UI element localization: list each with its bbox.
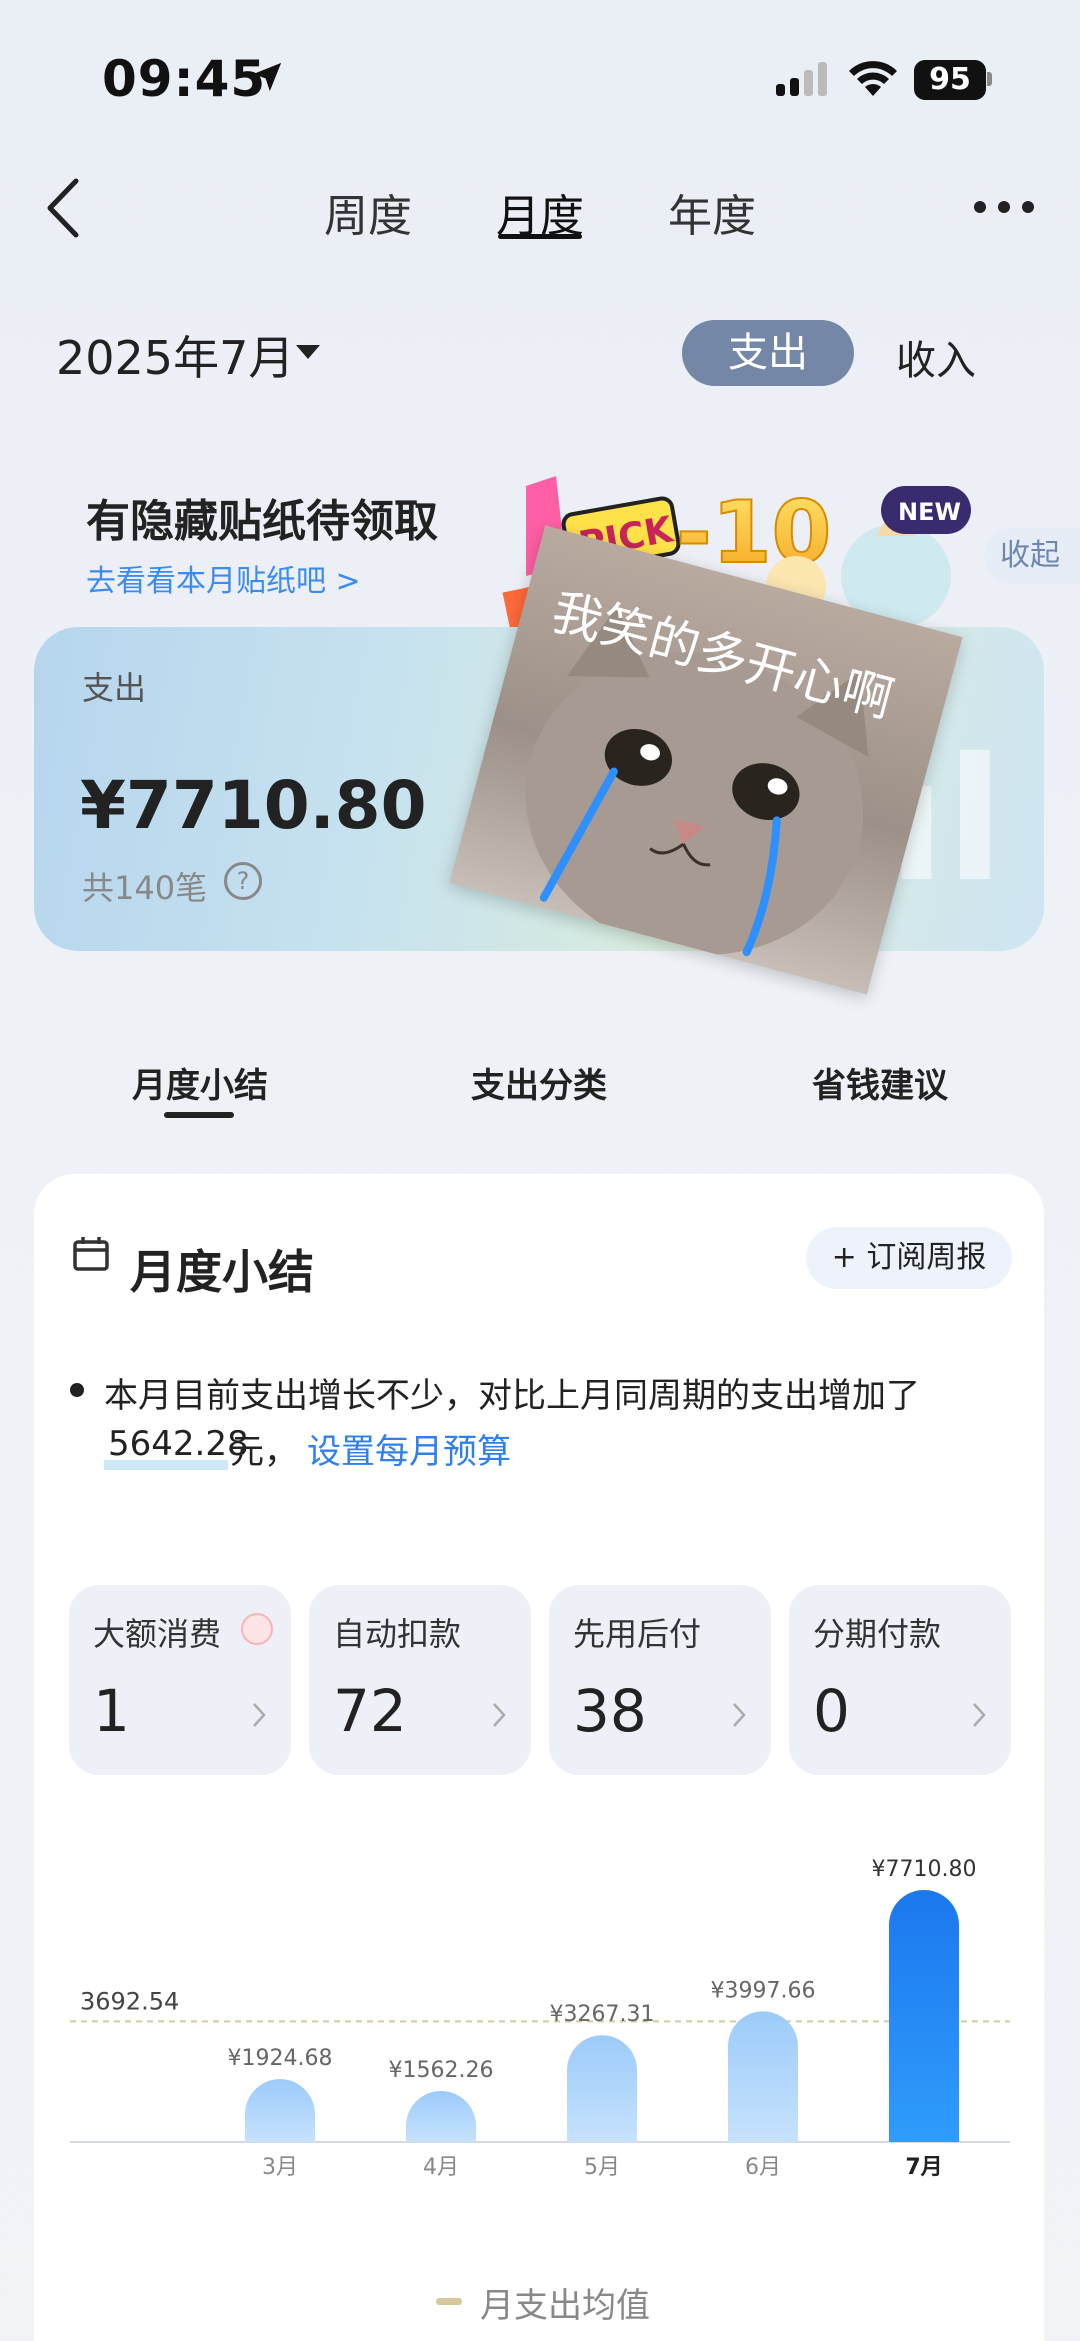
bar-value-label: ¥3267.31 bbox=[550, 2002, 655, 2027]
chevron-right-icon bbox=[253, 1703, 266, 1727]
bar-value-label: ¥7710.80 bbox=[872, 1857, 977, 1882]
legend-swatch-average bbox=[436, 2298, 462, 2305]
chevron-right-icon bbox=[733, 1703, 746, 1727]
sticker-banner-link[interactable]: 去看看本月贴纸吧 > bbox=[86, 556, 361, 600]
bar-value-label: ¥1924.68 bbox=[228, 2046, 333, 2071]
monthly-expense-chart: 3692.54 ¥1924.68 3月 ¥1562.26 4月 ¥3267.31 5月 ¥39… bbox=[70, 1857, 1010, 2180]
stat-label: 先用后付 bbox=[573, 1615, 702, 1653]
battery-indicator: 95 bbox=[914, 60, 986, 100]
stat-label: 自动扣款 bbox=[333, 1615, 462, 1653]
average-value-label: 3692.54 bbox=[80, 1987, 179, 2015]
x-axis-tick-label: 5月 bbox=[584, 2155, 620, 2180]
location-arrow-icon bbox=[252, 62, 282, 92]
stat-tile-buy-now-pay-later[interactable]: 先用后付 38 bbox=[549, 1585, 771, 1775]
bar-value-label: ¥3997.66 bbox=[711, 1978, 816, 2003]
tab-yearly[interactable]: 年度 bbox=[668, 180, 756, 244]
x-axis-tick-label: 7月 bbox=[905, 2155, 942, 2180]
battery-tip bbox=[987, 72, 992, 86]
chart-bar[interactable] bbox=[567, 2035, 637, 2142]
tab-monthly-summary[interactable]: 月度小结 bbox=[132, 1058, 268, 1107]
amount-unit: 元， bbox=[230, 1432, 298, 1472]
stat-tile-auto-debit[interactable]: 自动扣款 72 bbox=[309, 1585, 531, 1775]
period-tabs: 周度 月度 年度 bbox=[0, 180, 1080, 242]
active-tab-indicator bbox=[498, 234, 582, 239]
chart-bar[interactable] bbox=[406, 2090, 476, 2142]
tab-saving-tips[interactable]: 省钱建议 bbox=[812, 1058, 948, 1107]
chart-bar[interactable] bbox=[245, 2079, 315, 2142]
x-axis-tick-label: 3月 bbox=[262, 2155, 298, 2180]
legend-average-label: 月支出均值 bbox=[480, 2286, 650, 2326]
stat-value: 72 bbox=[333, 1677, 407, 1745]
month-selector[interactable]: 2025年7月 bbox=[56, 322, 294, 388]
alert-badge bbox=[241, 1613, 273, 1645]
status-time: 09:45 bbox=[102, 50, 267, 108]
total-expense-amount: ¥7710.80 bbox=[80, 767, 427, 844]
sticker-new-text: NEW bbox=[898, 498, 961, 526]
calendar-icon bbox=[73, 1237, 109, 1271]
transaction-count: 共140笔 bbox=[82, 869, 208, 907]
tab-weekly[interactable]: 周度 bbox=[324, 180, 412, 244]
card-label: 支出 bbox=[82, 669, 147, 707]
income-toggle[interactable]: 收入 bbox=[896, 328, 976, 386]
chevron-right-icon bbox=[973, 1703, 986, 1727]
stat-label: 大额消费 bbox=[93, 1615, 222, 1653]
chart-bar[interactable] bbox=[728, 2011, 798, 2142]
chevron-right-icon bbox=[493, 1703, 506, 1727]
help-icon[interactable]: ? bbox=[224, 862, 262, 900]
section-tab-indicator bbox=[164, 1112, 234, 1118]
bar-value-label: ¥1562.26 bbox=[389, 2058, 494, 2083]
sticker-banner-title: 有隐藏贴纸待领取 bbox=[86, 496, 438, 547]
x-axis-tick-label: 4月 bbox=[423, 2155, 459, 2180]
stat-value: 1 bbox=[93, 1677, 130, 1745]
status-bar: 09:45 95 bbox=[0, 0, 1080, 150]
chart-bar[interactable] bbox=[889, 1890, 959, 2142]
bullet-dot bbox=[70, 1383, 84, 1397]
stat-label: 分期付款 bbox=[813, 1615, 942, 1653]
stat-tile-large-spend[interactable]: 大额消费 1 bbox=[69, 1585, 291, 1775]
collapse-banner-button[interactable]: 收起 bbox=[984, 528, 1080, 584]
wifi-icon bbox=[849, 61, 897, 96]
cellular-signal-icon bbox=[776, 62, 827, 96]
increase-amount: 5642.28 bbox=[108, 1424, 249, 1464]
stat-tile-installments[interactable]: 分期付款 0 bbox=[789, 1585, 1011, 1775]
section-title: 月度小结 bbox=[130, 1245, 314, 1299]
stat-value: 38 bbox=[573, 1677, 647, 1745]
tab-expense-category[interactable]: 支出分类 bbox=[471, 1058, 607, 1107]
subscribe-weekly-report-button[interactable]: + 订阅周报 bbox=[806, 1227, 1012, 1289]
x-axis-tick-label: 6月 bbox=[745, 2155, 781, 2180]
caret-down-icon[interactable] bbox=[296, 345, 320, 359]
more-icon[interactable] bbox=[972, 192, 1036, 222]
expense-toggle[interactable]: 支出 bbox=[682, 320, 854, 386]
stat-value: 0 bbox=[813, 1677, 850, 1745]
set-budget-link[interactable]: 设置每月预算 bbox=[307, 1424, 511, 1473]
summary-text: 本月目前支出增长不少，对比上月同周期的支出增加了 bbox=[104, 1376, 920, 1416]
